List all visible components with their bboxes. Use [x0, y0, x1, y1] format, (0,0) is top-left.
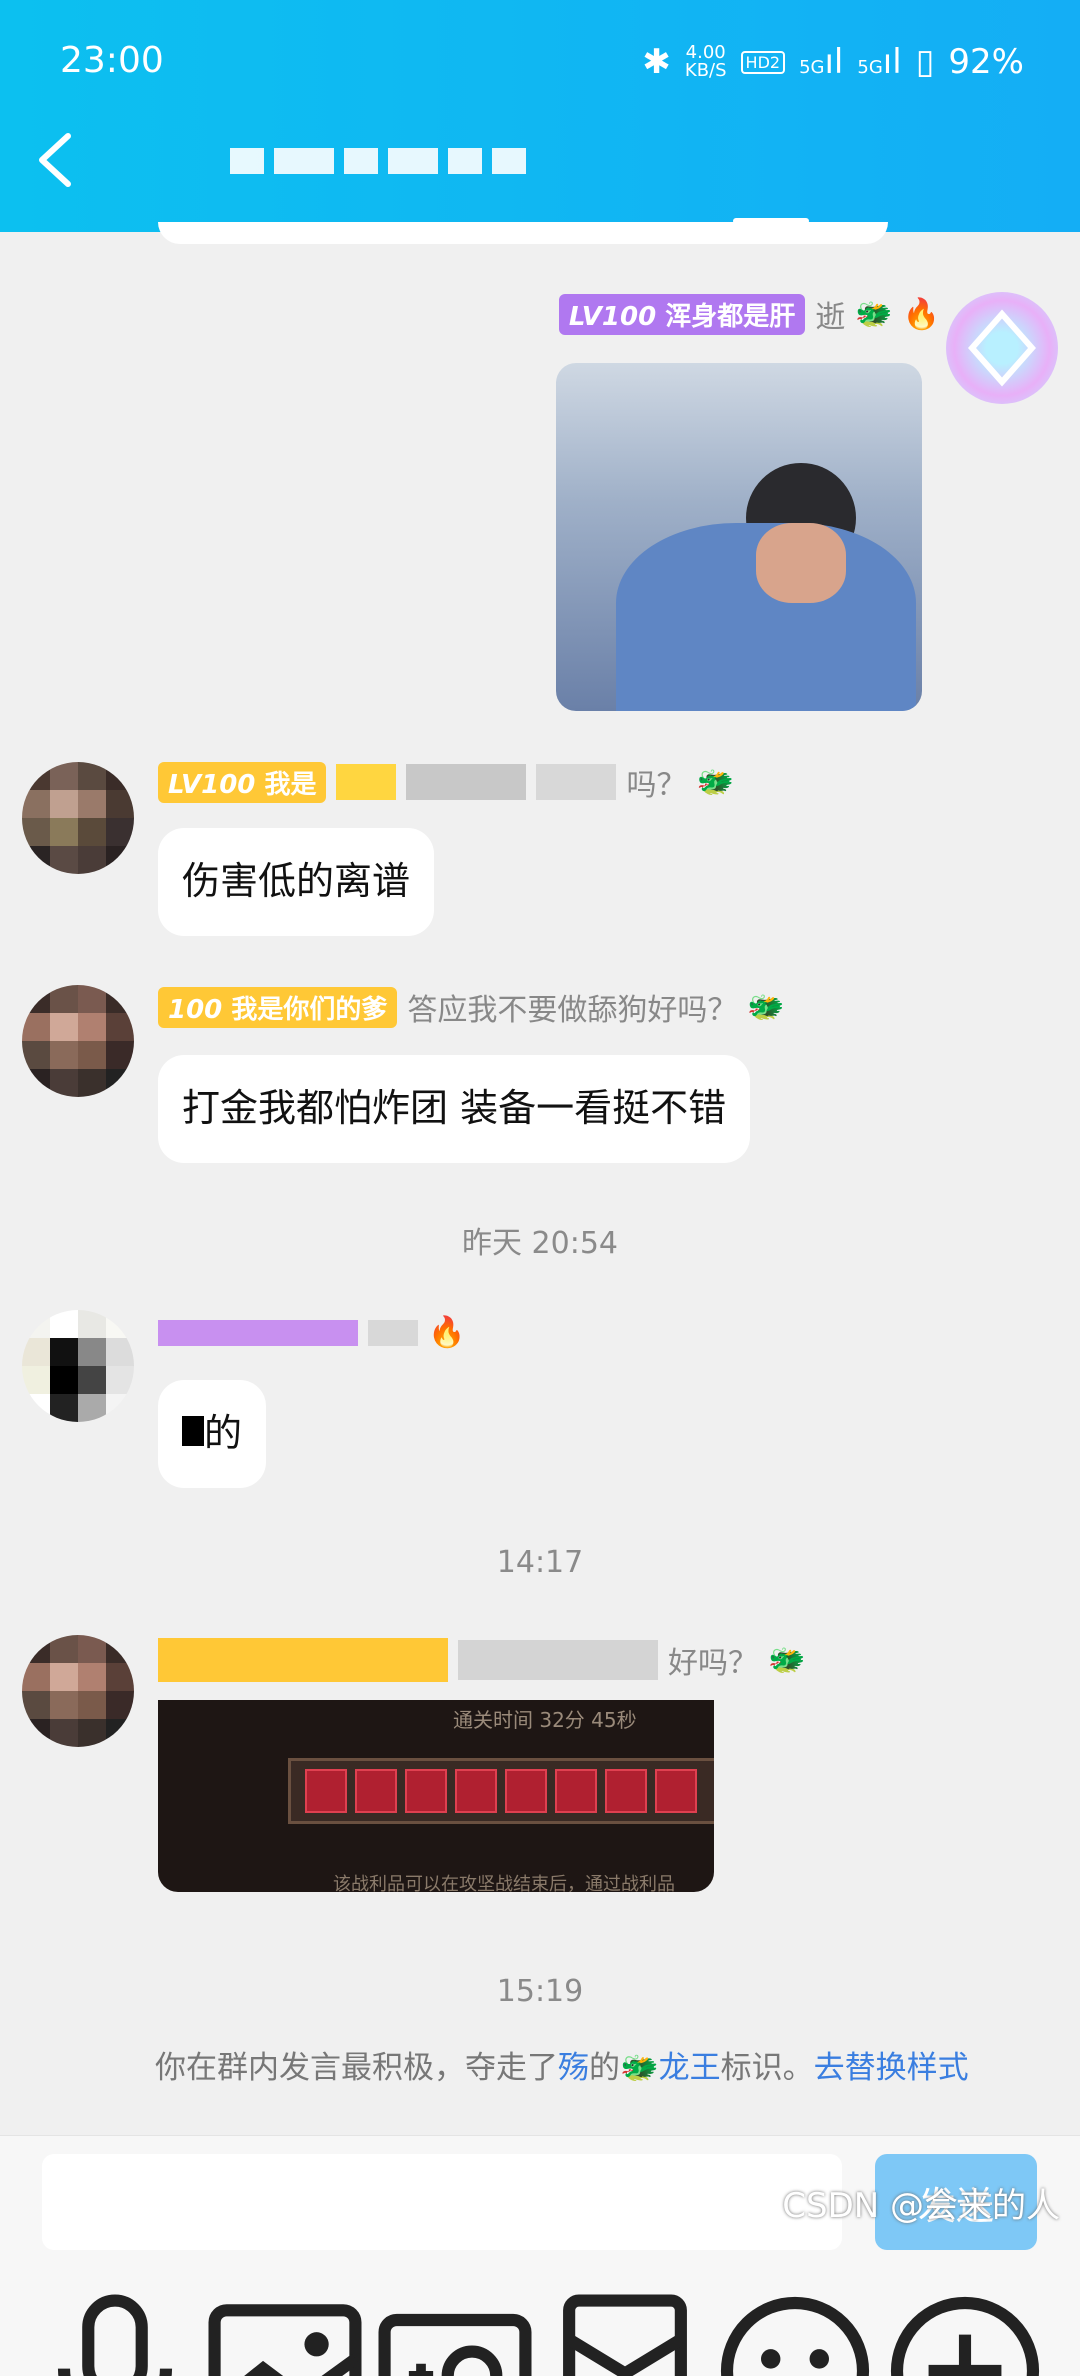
- replace-style-link[interactable]: 去替换样式: [814, 2050, 969, 2086]
- previous-bubble: [158, 222, 888, 244]
- sender-nickname-row: 100 我是你们的爹 答应我不要做舔狗好吗？ 🐲: [158, 985, 785, 1029]
- my-nickname-row: LV100 浑身都是肝 逝 🐲 🔥: [558, 292, 940, 336]
- mosaic-redaction: [536, 764, 617, 800]
- battery-icon: ▯: [915, 42, 935, 82]
- input-bar: 发送: [0, 2135, 1080, 2376]
- sent-image[interactable]: [556, 363, 922, 711]
- back-icon[interactable]: [32, 130, 76, 190]
- sender-nickname-row: 🔥: [158, 1315, 465, 1350]
- dragon-king-icon: 🐲: [855, 296, 893, 332]
- fire-icon: 🔥: [902, 296, 940, 332]
- mosaic-redaction: [158, 1638, 448, 1682]
- sender-avatar[interactable]: [22, 1635, 134, 1747]
- message-bubble[interactable]: 打金我都怕炸团 装备一看挺不错: [158, 1055, 751, 1163]
- emoji-icon[interactable]: [710, 2286, 880, 2376]
- system-notice: 你在群内发言最积极，夺走了殇的🐲龙王标识。去替换样式: [155, 2050, 969, 2086]
- sender-nickname-row: LV100 我是 吗？ 🐲: [158, 760, 734, 804]
- microphone-icon[interactable]: [30, 2286, 200, 2376]
- message-input[interactable]: [42, 2154, 842, 2250]
- signal-5g-1: 5Gıl: [799, 42, 844, 82]
- bluetooth-icon: ✱: [642, 42, 671, 82]
- more-icon[interactable]: [880, 2286, 1050, 2376]
- mosaic-redaction: [158, 1319, 358, 1346]
- camera-icon[interactable]: [370, 2286, 540, 2376]
- mosaic-redaction: [368, 1319, 418, 1346]
- network-speed: 4.00 KB/S: [684, 42, 727, 81]
- timestamp: 14:17: [496, 1545, 584, 1580]
- mosaic-redaction: [336, 764, 397, 800]
- level-tag: LV100 我是: [158, 761, 327, 803]
- status-icons: ✱ 4.00 KB/S HD2 5Gıl 5Gıl ▯ 92%: [642, 42, 1024, 82]
- dragon-king-icon: 🐲: [747, 989, 785, 1025]
- status-time: 23:00: [60, 40, 164, 81]
- image-icon[interactable]: [200, 2286, 370, 2376]
- nick-tail: 吗？: [626, 768, 687, 803]
- message-bubble[interactable]: 的: [158, 1380, 267, 1488]
- sender-avatar[interactable]: [22, 762, 134, 874]
- level-tag: LV100 浑身都是肝: [558, 293, 806, 335]
- group-title: 答应我不要做舔狗好吗？: [407, 993, 738, 1028]
- signal-5g-2: 5Gıl: [857, 42, 902, 82]
- level-tag: 100 我是你们的爹: [158, 986, 398, 1028]
- image-caption-time: 通关时间 32分 45秒: [453, 1708, 637, 1732]
- nick-tail: 好吗？: [668, 1646, 758, 1681]
- timestamp: 15:19: [496, 1974, 584, 2009]
- mosaic-redaction: [406, 764, 527, 800]
- dragon-king-icon: 🐲: [768, 1642, 806, 1678]
- top-bar: 23:00 ✱ 4.00 KB/S HD2 5Gıl 5Gıl ▯ 92%: [0, 0, 1080, 232]
- watermark: CSDN @会来的人: [782, 2186, 1060, 2226]
- mosaic-redaction: [182, 1416, 204, 1446]
- chat-title-blurred: [230, 148, 526, 174]
- message-bubble[interactable]: 伤害低的离谱: [158, 828, 435, 936]
- dragon-king-icon: 🐲: [696, 764, 734, 800]
- sender-nickname-row: 好吗？ 🐲: [158, 1638, 805, 1682]
- sender-avatar[interactable]: [22, 1310, 134, 1422]
- sender-avatar[interactable]: [22, 985, 134, 1097]
- red-packet-icon[interactable]: [540, 2286, 710, 2376]
- game-screenshot[interactable]: 通关时间 32分 45秒 该战利品可以在攻坚战结束后，通过战利品: [158, 1700, 714, 1892]
- timestamp: 昨天 20:54: [462, 1226, 618, 1261]
- user-link[interactable]: 殇: [558, 2050, 589, 2086]
- hd-icon: HD2: [740, 50, 786, 74]
- image-caption-foot: 该战利品可以在攻坚战结束后，通过战利品: [333, 1874, 675, 1892]
- battery-level: 92%: [948, 42, 1024, 82]
- fire-icon: 🔥: [428, 1315, 466, 1350]
- reward-slots: [288, 1758, 714, 1824]
- my-avatar[interactable]: [946, 292, 1058, 404]
- mosaic-redaction: [458, 1640, 658, 1680]
- dragon-king-icon: 🐲: [620, 2050, 659, 2086]
- nick-suffix: 逝: [815, 300, 846, 335]
- badge-link[interactable]: 龙王: [659, 2050, 721, 2086]
